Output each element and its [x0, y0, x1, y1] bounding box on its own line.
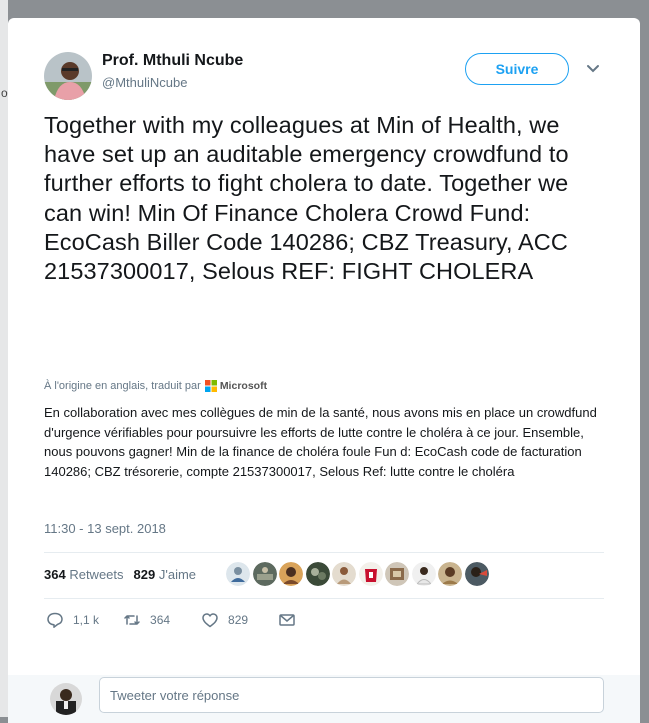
likes-label: J'aime: [158, 567, 197, 582]
divider: [44, 552, 604, 553]
translation-provider: Microsoft: [219, 380, 268, 392]
microsoft-logo-icon: [204, 380, 217, 392]
chevron-down-icon[interactable]: [586, 62, 600, 76]
liker-avatar[interactable]: [226, 562, 250, 586]
direct-message-button[interactable]: [278, 611, 296, 629]
author-handle[interactable]: @MthuliNcube: [102, 75, 187, 90]
envelope-icon: [279, 614, 295, 626]
follow-button[interactable]: Suivre: [465, 53, 569, 85]
liker-avatar[interactable]: [385, 562, 409, 586]
reply-count: 1,1 k: [73, 613, 100, 627]
translated-text: En collaboration avec mes collègues de m…: [44, 405, 597, 479]
tweet-modal: Prof. Mthuli Ncube @MthuliNcube Suivre T…: [8, 18, 640, 723]
liker-avatar[interactable]: [252, 562, 277, 586]
translation-meta-text: À l'origine en anglais, traduit par: [44, 380, 201, 392]
tweet-timestamp[interactable]: 11:30 - 13 sept. 2018: [44, 521, 166, 536]
retweet-count: 364: [150, 613, 171, 627]
liker-avatar[interactable]: [411, 562, 436, 586]
liker-avatar[interactable]: [305, 562, 330, 586]
divider: [44, 598, 604, 599]
page-backdrop: o: [0, 0, 8, 717]
retweet-button[interactable]: 364: [123, 611, 170, 629]
liker-avatars: [226, 562, 491, 586]
reply-button[interactable]: 1,1 k: [46, 611, 99, 629]
author-avatar[interactable]: [44, 52, 92, 100]
liker-avatar[interactable]: [279, 562, 303, 586]
like-count: 829: [228, 613, 249, 627]
reply-input[interactable]: [99, 677, 604, 713]
tweet-actions: 1,1 k 364 829: [46, 611, 296, 629]
like-button[interactable]: 829: [201, 611, 248, 629]
heart-icon: [202, 613, 218, 628]
liker-avatar[interactable]: [464, 562, 489, 586]
liker-avatar[interactable]: [332, 562, 356, 586]
author-name[interactable]: Prof. Mthuli Ncube: [102, 52, 243, 70]
tweet-text: Together with my colleagues at Min of He…: [44, 112, 569, 285]
liker-avatar[interactable]: [438, 562, 462, 586]
retweets-count: 364: [44, 567, 66, 582]
backdrop-text: o: [1, 86, 8, 100]
tweet-stats: 364 Retweets 829 J'aime: [44, 567, 196, 582]
likes-count: 829: [133, 567, 156, 582]
retweet-icon: [124, 615, 140, 625]
retweets-stat[interactable]: 364 Retweets: [44, 567, 124, 582]
retweets-label: Retweets: [69, 567, 124, 582]
reply-icon: [47, 612, 63, 628]
likes-stat[interactable]: 829 J'aime: [134, 567, 197, 582]
user-avatar[interactable]: [50, 683, 82, 715]
liker-avatar[interactable]: [358, 562, 383, 586]
translation-attribution: À l'origine en anglais, traduit par Micr…: [44, 380, 267, 392]
